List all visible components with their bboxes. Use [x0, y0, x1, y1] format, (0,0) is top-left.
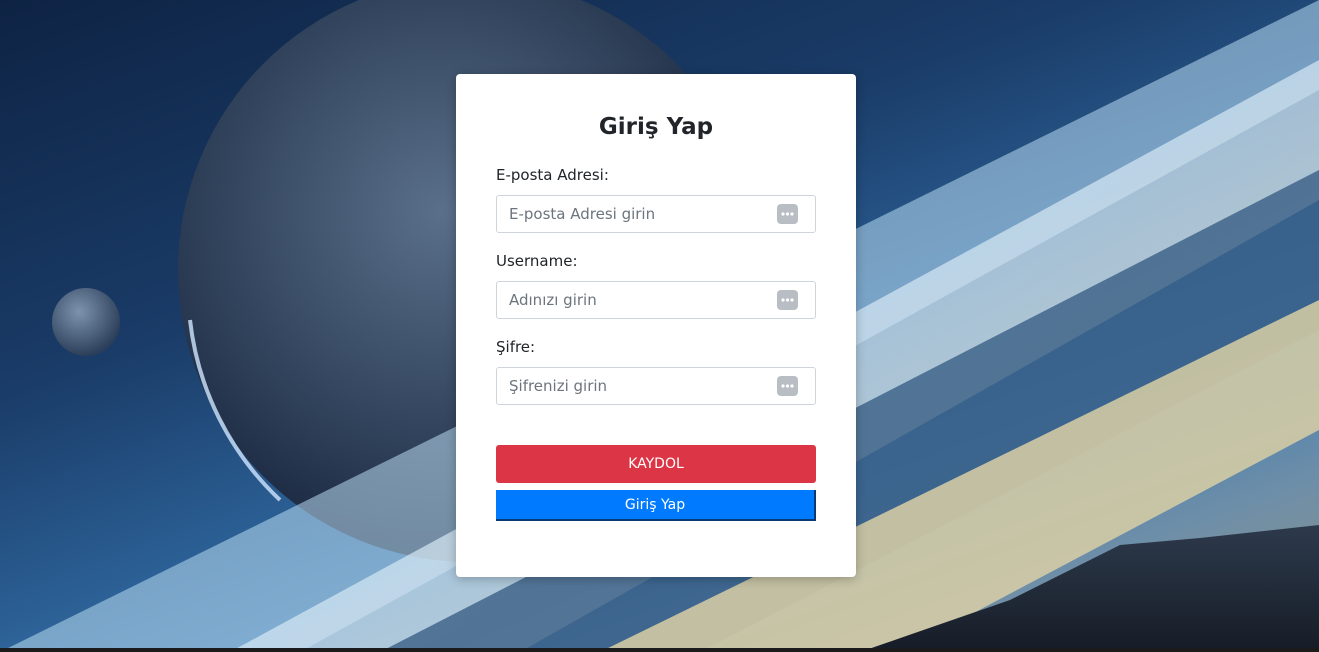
login-button[interactable]: Giriş Yap	[496, 490, 816, 521]
email-input[interactable]	[497, 196, 779, 232]
username-label: Username:	[496, 252, 578, 270]
password-manager-icon[interactable]	[777, 376, 798, 396]
email-label: E-posta Adresi:	[496, 166, 609, 184]
password-label: Şifre:	[496, 338, 536, 356]
page-title: Giriş Yap	[598, 114, 714, 140]
password-input[interactable]	[497, 368, 779, 404]
password-manager-icon[interactable]	[777, 290, 798, 310]
login-card: Giriş Yap E-posta Adresi: Username: Şifr…	[456, 74, 856, 577]
username-field[interactable]	[496, 281, 816, 319]
password-field[interactable]	[496, 367, 816, 405]
password-manager-icon[interactable]	[777, 204, 798, 224]
register-button[interactable]: KAYDOL	[496, 445, 816, 483]
email-field[interactable]	[496, 195, 816, 233]
username-input[interactable]	[497, 282, 779, 318]
